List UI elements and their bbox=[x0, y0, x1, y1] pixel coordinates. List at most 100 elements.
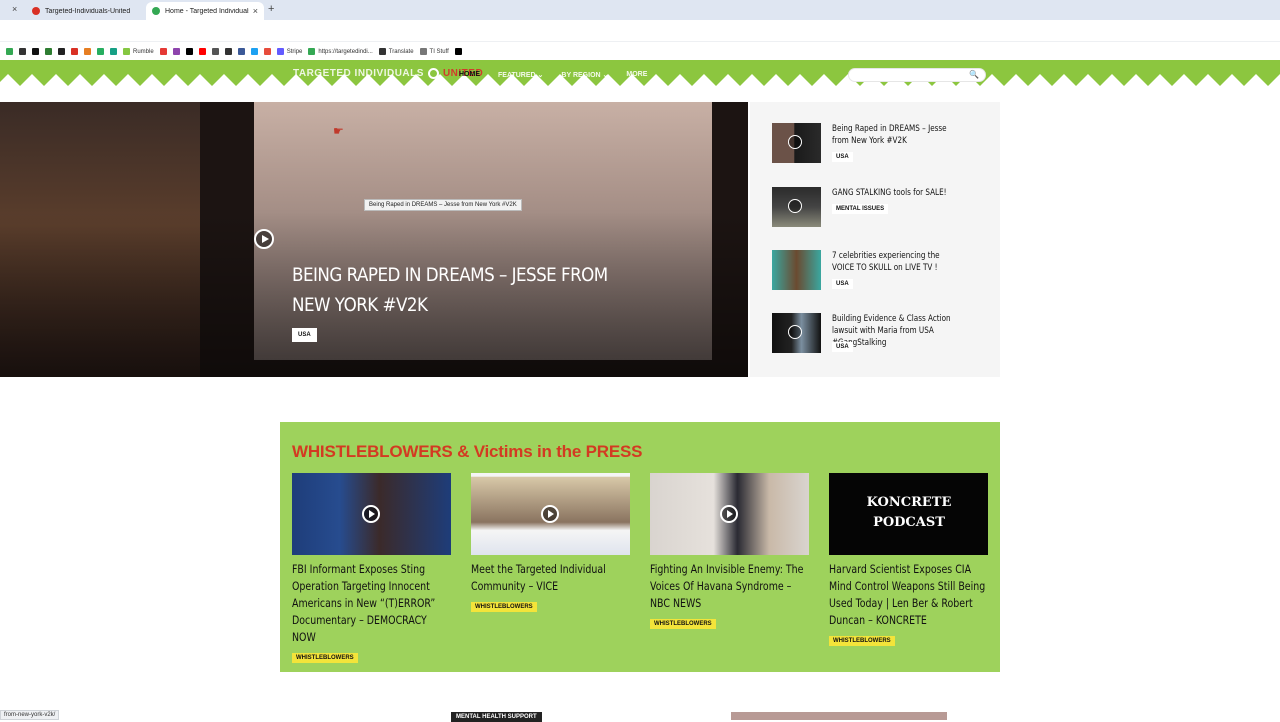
bookmark-favicon-icon bbox=[211, 48, 219, 55]
browser-tab-inactive[interactable]: Targeted-Individuals-United bbox=[26, 2, 146, 20]
bookmark-favicon-icon bbox=[419, 48, 427, 55]
hero-category-tag[interactable]: USA bbox=[292, 328, 317, 342]
nav-home[interactable]: HOME bbox=[459, 71, 480, 79]
search-input[interactable] bbox=[857, 74, 967, 87]
card-thumbnail[interactable]: KONCRETE PODCAST bbox=[829, 473, 988, 555]
card-title[interactable]: FBI Informant Exposes Sting Operation Ta… bbox=[292, 561, 452, 646]
bookmark-item[interactable] bbox=[32, 48, 39, 55]
sidebar-thumbnail[interactable] bbox=[772, 313, 821, 353]
bookmark-item[interactable] bbox=[237, 48, 245, 55]
bookmark-item[interactable]: TI Stuff bbox=[419, 48, 449, 55]
card-tag[interactable]: WHISTLEBLOWERS bbox=[829, 636, 895, 646]
bookmark-favicon-icon bbox=[263, 48, 271, 55]
sidebar-thumbnail[interactable] bbox=[772, 187, 821, 227]
sidebar-item-title[interactable]: 7 celebrities experiencing the VOICE TO … bbox=[832, 250, 960, 274]
play-icon bbox=[788, 199, 802, 213]
press-card[interactable]: Meet the Targeted Individual Community –… bbox=[471, 473, 630, 613]
hero-title[interactable]: BEING RAPED IN DREAMS – JESSE FROM NEW Y… bbox=[292, 260, 609, 320]
card-thumbnail[interactable] bbox=[650, 473, 809, 555]
bookmark-item[interactable] bbox=[97, 48, 104, 55]
bookmark-favicon-icon bbox=[71, 48, 78, 55]
bookmark-item[interactable] bbox=[211, 48, 219, 55]
bookmark-label: https://targetedindi... bbox=[318, 48, 373, 55]
bookmark-item[interactable] bbox=[58, 48, 65, 55]
sidebar-item-tag[interactable]: MENTAL ISSUES bbox=[832, 204, 889, 214]
bookmark-item[interactable] bbox=[84, 48, 91, 55]
bookmark-item[interactable] bbox=[172, 48, 180, 55]
nav-more[interactable]: MORE bbox=[626, 71, 647, 79]
bookmark-favicon-icon bbox=[454, 48, 462, 55]
bookmark-item[interactable] bbox=[263, 48, 271, 55]
tab-favicon-icon bbox=[152, 7, 160, 15]
bookmark-favicon-icon bbox=[198, 48, 206, 55]
bookmark-favicon-icon bbox=[110, 48, 117, 55]
bookmark-item[interactable]: Translate bbox=[378, 48, 414, 55]
bookmark-item[interactable] bbox=[6, 48, 13, 55]
bookmark-favicon-icon bbox=[378, 48, 386, 55]
bookmark-item[interactable]: Stripe bbox=[276, 48, 303, 55]
sidebar-thumbnail[interactable] bbox=[772, 123, 821, 163]
new-tab-button[interactable]: + bbox=[268, 3, 274, 15]
sidebar-item-title[interactable]: GANG STALKING tools for SALE! bbox=[832, 187, 960, 199]
hero-featured-video[interactable]: ☛ Being Raped in DREAMS – Jesse from New… bbox=[0, 102, 748, 377]
sidebar-item-tag[interactable]: USA bbox=[832, 342, 853, 352]
card-tag[interactable]: WHISTLEBLOWERS bbox=[292, 653, 358, 663]
sidebar-item-tag[interactable]: USA bbox=[832, 152, 853, 162]
bookmark-favicon-icon bbox=[237, 48, 245, 55]
play-icon bbox=[541, 505, 559, 523]
sidebar-item[interactable]: GANG STALKING tools for SALE! MENTAL ISS… bbox=[772, 187, 982, 229]
close-tab-icon[interactable]: × bbox=[253, 6, 258, 16]
bookmark-favicon-icon bbox=[250, 48, 258, 55]
bookmark-item[interactable] bbox=[45, 48, 52, 55]
card-tag[interactable]: WHISTLEBLOWERS bbox=[471, 602, 537, 612]
sidebar-item-title[interactable]: Being Raped in DREAMS – Jesse from New Y… bbox=[832, 123, 960, 147]
bookmark-item[interactable] bbox=[198, 48, 206, 55]
play-icon bbox=[362, 505, 380, 523]
hero-tooltip: Being Raped in DREAMS – Jesse from New Y… bbox=[364, 199, 522, 211]
address-bar[interactable] bbox=[0, 20, 1280, 42]
sidebar-item[interactable]: 7 celebrities experiencing the VOICE TO … bbox=[772, 250, 982, 292]
bookmark-label: TI Stuff bbox=[429, 48, 449, 55]
sidebar-item[interactable]: Building Evidence & Class Action lawsuit… bbox=[772, 313, 982, 355]
bottom-category-tag[interactable]: MENTAL HEALTH SUPPORT bbox=[451, 712, 542, 722]
bookmarks-bar: Rumble Stripe https://targetedindi... Trans… bbox=[0, 43, 1280, 60]
bookmark-item[interactable] bbox=[185, 48, 193, 55]
press-card[interactable]: FBI Informant Exposes Sting Operation Ta… bbox=[292, 473, 451, 664]
card-thumbnail[interactable] bbox=[471, 473, 630, 555]
card-title[interactable]: Fighting An Invisible Enemy: The Voices … bbox=[650, 561, 810, 612]
bookmark-item[interactable]: Rumble bbox=[123, 48, 154, 55]
bookmark-item[interactable] bbox=[454, 48, 462, 55]
site-header: TARGETED INDIVIDUALS UNITED HOME FEATURE… bbox=[0, 60, 1280, 92]
tab-title: Home - Targeted Individuals bbox=[165, 7, 249, 15]
sidebar-thumbnail[interactable] bbox=[772, 250, 821, 290]
card-thumbnail[interactable] bbox=[292, 473, 451, 555]
bookmark-item[interactable] bbox=[250, 48, 258, 55]
nav-featured[interactable]: FEATURED ⌄ bbox=[498, 71, 543, 79]
bookmark-item[interactable] bbox=[71, 48, 78, 55]
bookmark-item[interactable] bbox=[19, 48, 26, 55]
browser-tab-active[interactable]: Home - Targeted Individuals × bbox=[146, 2, 264, 20]
search-icon[interactable]: 🔍 bbox=[969, 70, 979, 79]
site-logo[interactable]: TARGETED INDIVIDUALS UNITED bbox=[293, 68, 483, 79]
close-tab-icon[interactable]: × bbox=[12, 4, 17, 14]
bookmark-item[interactable] bbox=[224, 48, 232, 55]
bookmark-favicon-icon bbox=[224, 48, 232, 55]
sidebar-item-tag[interactable]: USA bbox=[832, 279, 853, 289]
logo-prefix: TARGETED INDIVIDUALS bbox=[293, 68, 424, 79]
sidebar-item[interactable]: Being Raped in DREAMS – Jesse from New Y… bbox=[772, 123, 982, 165]
press-card[interactable]: Fighting An Invisible Enemy: The Voices … bbox=[650, 473, 809, 630]
bookmark-label: Stripe bbox=[286, 48, 303, 55]
bookmark-item[interactable] bbox=[159, 48, 167, 55]
bottom-thumbnail[interactable] bbox=[731, 712, 947, 720]
card-tag[interactable]: WHISTLEBLOWERS bbox=[650, 619, 716, 629]
nav-by-region[interactable]: BY REGION ⌄ bbox=[561, 71, 608, 79]
card-title[interactable]: Harvard Scientist Exposes CIA Mind Contr… bbox=[829, 561, 989, 629]
bookmark-favicon-icon bbox=[123, 48, 130, 55]
bookmark-favicon-icon bbox=[276, 48, 284, 55]
press-card[interactable]: KONCRETE PODCAST Harvard Scientist Expos… bbox=[829, 473, 988, 647]
card-title[interactable]: Meet the Targeted Individual Community –… bbox=[471, 561, 631, 595]
bookmark-item[interactable]: https://targetedindi... bbox=[308, 48, 373, 55]
bookmark-favicon-icon bbox=[84, 48, 91, 55]
play-icon[interactable] bbox=[254, 229, 274, 249]
bookmark-item[interactable] bbox=[110, 48, 117, 55]
